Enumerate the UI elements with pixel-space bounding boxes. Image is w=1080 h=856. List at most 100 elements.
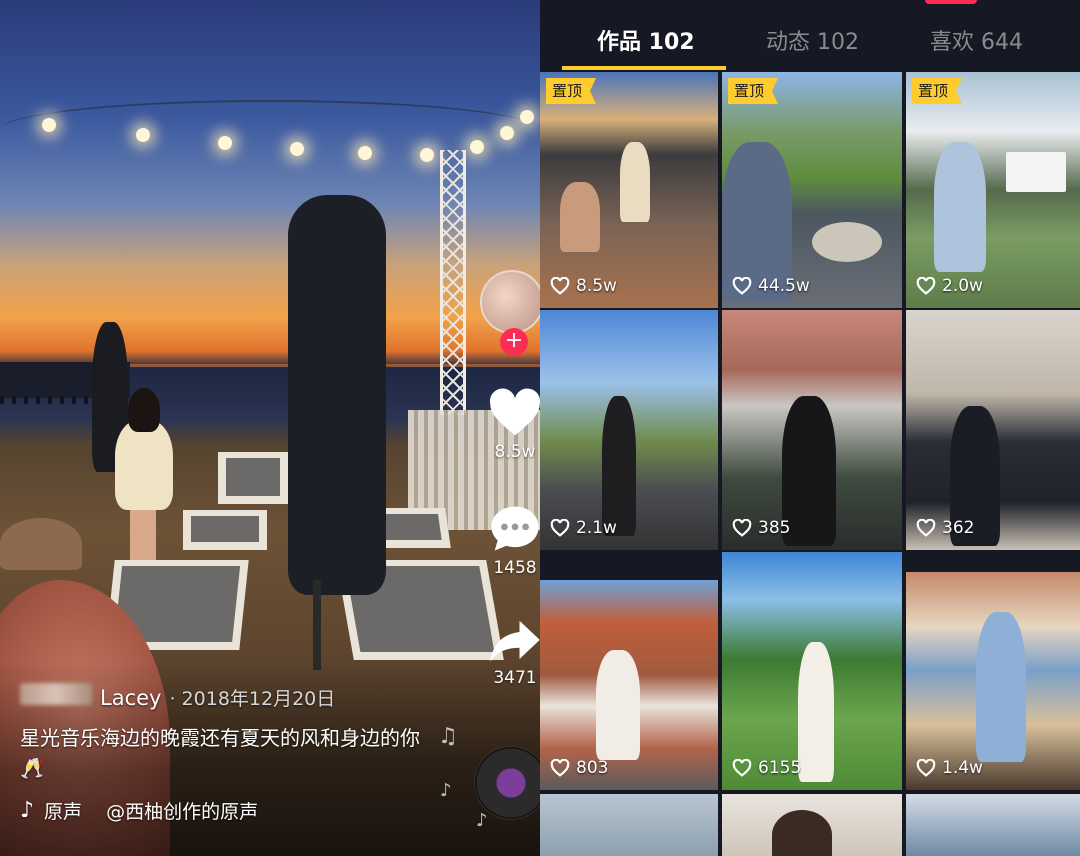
music-track: @西柚创作的原声 <box>106 801 259 823</box>
thumbnail-figure <box>976 612 1026 762</box>
thumbnail-figure <box>798 642 834 782</box>
tile-likes: 362 <box>916 518 974 538</box>
thumbnail-figure <box>772 810 832 856</box>
light-truss <box>440 150 466 415</box>
tile-likes: 2.0w <box>916 276 983 296</box>
author-name[interactable]: Lacey <box>100 686 161 710</box>
string-light-bulb <box>500 126 514 140</box>
video-tile[interactable]: 803 <box>540 580 718 790</box>
string-light-bulb <box>290 142 304 156</box>
music-note-icon: ♪ <box>440 780 452 801</box>
heart-outline-icon <box>550 277 570 295</box>
video-tile[interactable] <box>906 794 1080 856</box>
heart-outline-icon <box>550 519 570 537</box>
video-tile[interactable]: 362 <box>906 310 1080 550</box>
video-description: 星光音乐海边的晚霞还有夏天的风和身边的你 🥂 <box>20 726 420 780</box>
thumbnail-figure <box>596 650 640 760</box>
tiktok-note-icon: ♪ <box>20 798 35 823</box>
video-caption: Lacey · 2018年12月20日 星光音乐海边的晚霞还有夏天的风和身边的你… <box>20 683 460 824</box>
string-light-bulb <box>218 136 232 150</box>
heart-outline-icon <box>732 277 752 295</box>
heart-outline-icon <box>916 277 936 295</box>
profile-tabs: 作品 102 动态 102 喜欢 644 <box>540 0 1080 70</box>
thumbnail-figure <box>934 142 986 272</box>
girl-figure <box>128 388 160 432</box>
string-light-bulb <box>470 140 484 154</box>
tile-likes: 44.5w <box>732 276 810 296</box>
original-sound-label: 原声 <box>44 801 83 823</box>
share-count: 3471 <box>493 668 537 688</box>
tile-likes: 803 <box>550 758 608 778</box>
comment-count: 1458 <box>493 558 537 578</box>
string-light-bulb <box>42 118 56 132</box>
video-tile[interactable]: 1.4w <box>906 572 1080 790</box>
music-note-icon: ♪ <box>476 810 488 831</box>
thumbnail-figure <box>560 182 600 252</box>
heart-outline-icon <box>732 759 752 777</box>
tile-like-count: 803 <box>576 758 609 778</box>
video-tile[interactable]: 置顶 2.0w <box>906 72 1080 308</box>
thumbnail-figure <box>620 142 650 222</box>
heart-outline-icon <box>916 519 936 537</box>
tile-like-count: 6155 <box>758 758 802 778</box>
thumbnail-figure <box>602 396 636 536</box>
string-light-bulb <box>136 128 150 142</box>
tile-likes: 8.5w <box>550 276 617 296</box>
music-disc[interactable] <box>475 747 540 819</box>
video-tile[interactable]: 2.1w <box>540 310 718 550</box>
video-tile[interactable]: 385 <box>722 310 902 550</box>
foreground-hat <box>0 518 82 570</box>
video-tile[interactable]: 6155 <box>722 552 902 790</box>
pinned-badge: 置顶 <box>728 78 779 104</box>
like-button[interactable]: 8.5w <box>472 388 540 462</box>
lounger <box>183 510 267 550</box>
tile-like-count: 44.5w <box>758 276 810 296</box>
video-player[interactable]: + 8.5w 1458 3471 Lacey · 2018年12月20日 星光音… <box>0 0 540 856</box>
tile-like-count: 1.4w <box>942 758 983 778</box>
lounger <box>218 452 288 504</box>
video-thumbnail <box>540 794 718 856</box>
tile-like-count: 385 <box>758 518 791 538</box>
tab-activity[interactable]: 动态 102 <box>766 24 859 56</box>
follow-button[interactable]: + <box>500 328 528 356</box>
tile-likes: 6155 <box>732 758 801 778</box>
profile-panel: 作品 102 动态 102 喜欢 644 置顶 8.5w 置顶 44.5w 置顶… <box>540 0 1080 856</box>
video-tile[interactable] <box>540 794 718 856</box>
comment-button[interactable]: 1458 <box>472 502 540 578</box>
thumbnail-screen <box>1006 152 1066 192</box>
tile-likes: 2.1w <box>550 518 617 538</box>
post-date: · 2018年12月20日 <box>169 688 336 710</box>
string-light-bulb <box>358 146 372 160</box>
tile-like-count: 2.0w <box>942 276 983 296</box>
tile-like-count: 362 <box>942 518 975 538</box>
umbrella-pole <box>313 580 321 670</box>
tab-likes[interactable]: 喜欢 644 <box>930 24 1023 56</box>
like-count: 8.5w <box>494 442 536 462</box>
thumbnail-figure <box>812 222 882 262</box>
tile-likes: 1.4w <box>916 758 983 778</box>
share-button[interactable]: 3471 <box>472 618 540 688</box>
tab-works[interactable]: 作品 102 <box>597 24 695 56</box>
tile-likes: 385 <box>732 518 790 538</box>
video-tile[interactable]: 置顶 44.5w <box>722 72 902 308</box>
author-row: Lacey · 2018年12月20日 <box>20 683 460 713</box>
music-row[interactable]: ♪ 原声 @西柚创作的原声 <box>20 797 460 824</box>
redacted-name <box>20 683 92 705</box>
heart-outline-icon <box>916 759 936 777</box>
pinned-badge: 置顶 <box>546 78 597 104</box>
string-light-bulb <box>520 110 534 124</box>
video-tile[interactable]: 置顶 8.5w <box>540 72 718 308</box>
heart-outline-icon <box>732 519 752 537</box>
girl-figure <box>130 505 156 565</box>
heart-icon <box>489 388 540 436</box>
tile-like-count: 2.1w <box>576 518 617 538</box>
video-thumbnail <box>906 794 1080 856</box>
closed-umbrella <box>288 195 386 595</box>
share-icon <box>490 620 540 662</box>
video-tile[interactable] <box>722 794 902 856</box>
string-light-bulb <box>420 148 434 162</box>
girl-figure <box>115 420 173 510</box>
plus-icon: + <box>504 328 524 353</box>
heart-outline-icon <box>550 759 570 777</box>
author-avatar[interactable] <box>480 270 540 334</box>
